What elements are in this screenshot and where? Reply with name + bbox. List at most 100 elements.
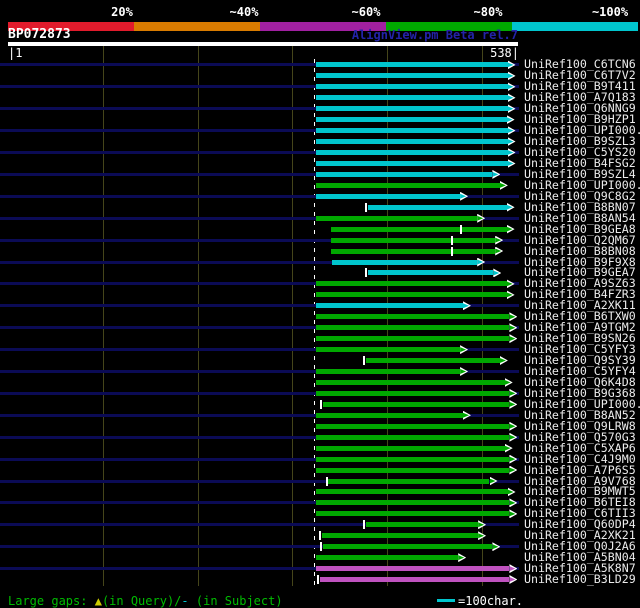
hit-bar[interactable] [316,215,478,221]
hit-arrowhead-icon [460,345,469,355]
hit-bar[interactable] [316,467,510,473]
subject-gap-dash-icon: - [181,594,189,608]
gap-tick [365,268,368,278]
alignment-row[interactable]: UniRef100_B3LD29 [0,573,640,585]
hit-arrowhead-icon [506,279,515,289]
hit-label[interactable]: UniRef100_B3LD29 [524,573,636,585]
gap-tick [319,542,322,552]
hit-arrowhead-icon [495,235,504,245]
hit-arrowhead-icon [507,126,516,136]
hit-bar[interactable] [316,95,508,101]
hit-bar[interactable] [331,226,507,232]
hit-bar[interactable] [316,412,463,418]
gap-tick [450,246,453,256]
hit-bar[interactable] [316,193,461,199]
hit-bar[interactable] [321,533,479,539]
hit-bar[interactable] [316,489,508,495]
scale-label: ~40% [229,5,259,19]
hit-arrowhead-icon [489,476,498,486]
hit-bar[interactable] [316,73,508,79]
hit-bar[interactable] [316,117,507,123]
hit-arrowhead-icon [507,487,516,497]
gap-tick [325,476,328,486]
hit-bar[interactable] [319,577,510,583]
hit-arrowhead-icon [509,421,518,431]
hit-bar[interactable] [316,84,508,90]
hit-bar[interactable] [316,150,508,155]
hit-bar[interactable] [316,555,459,561]
hit-arrowhead-icon [507,82,516,92]
hit-arrowhead-icon [460,367,469,376]
hit-bar[interactable] [328,478,490,484]
hit-bar[interactable] [366,358,500,364]
hit-arrowhead-icon [509,465,518,475]
hit-bar[interactable] [368,204,507,210]
hit-arrowhead-icon [507,148,516,157]
hit-bar[interactable] [316,292,507,298]
hit-bar[interactable] [316,347,461,353]
hit-arrowhead-icon [506,290,515,300]
hit-bar[interactable] [316,182,500,188]
gap-tick [363,520,366,530]
scale-label: ~60% [351,5,381,19]
gap-tick [450,235,453,245]
hit-bar[interactable] [316,171,493,177]
hit-arrowhead-icon [509,399,518,409]
hit-bar[interactable] [316,500,510,506]
gap-legend-prefix: Large gaps: [8,594,95,608]
hit-arrowhead-icon [460,191,469,201]
hit-arrowhead-icon [509,454,518,464]
hit-bar[interactable] [316,434,510,440]
hit-bar[interactable] [316,62,508,68]
hit-bar[interactable] [316,379,505,385]
hit-arrowhead-icon [507,60,516,70]
hit-arrowhead-icon [507,93,516,103]
hit-arrowhead-icon [509,509,518,519]
gap-tick [365,202,368,212]
hit-arrowhead-icon [507,71,516,81]
hit-bar[interactable] [331,237,496,243]
hit-bar[interactable] [322,544,493,550]
hit-bar[interactable] [316,139,508,145]
hit-bar[interactable] [316,281,507,287]
hit-bar[interactable] [316,423,510,429]
hit-bar[interactable] [331,248,496,254]
hit-arrowhead-icon [478,531,487,541]
hit-bar[interactable] [366,522,479,528]
hit-arrowhead-icon [463,301,471,311]
hit-bar[interactable] [316,314,510,320]
hit-bar[interactable] [316,325,510,331]
gap-legend: Large gaps: ▲(in Query)/- (in Subject) [8,594,283,608]
scale-label: ~100% [591,5,629,19]
hit-bar[interactable] [368,270,494,276]
hit-arrowhead-icon [509,334,518,344]
hit-bar[interactable] [316,128,508,134]
hit-bar[interactable] [316,511,510,517]
hit-bar[interactable] [316,566,510,572]
hit-arrowhead-icon [504,377,513,387]
scale-label: ~80% [473,5,503,19]
hit-arrowhead-icon [499,356,508,366]
hit-arrowhead-icon [509,575,518,585]
gap-tick [319,399,322,409]
query-gap-triangle-icon: ▲ [94,594,102,608]
scale-legend-label: =100char. [458,594,524,608]
hit-arrowhead-icon [509,564,518,574]
hit-bar[interactable] [316,336,510,342]
hit-arrowhead-icon [509,388,518,398]
gap-tick [460,224,463,234]
hit-arrowhead-icon [506,202,515,212]
hit-bar[interactable] [316,456,510,462]
hit-bar[interactable] [316,390,510,396]
hit-bar[interactable] [316,106,508,112]
scale-segment [512,22,638,31]
hit-bar[interactable] [332,259,478,265]
hit-arrowhead-icon [507,104,516,114]
hit-bar[interactable] [316,160,508,166]
hit-bar[interactable] [316,445,505,451]
hit-arrowhead-icon [504,443,513,453]
hit-bar[interactable] [316,369,461,374]
hit-bar[interactable] [316,303,463,309]
subject-gap-text: (in Subject) [188,594,283,608]
hit-bar[interactable] [322,401,510,407]
